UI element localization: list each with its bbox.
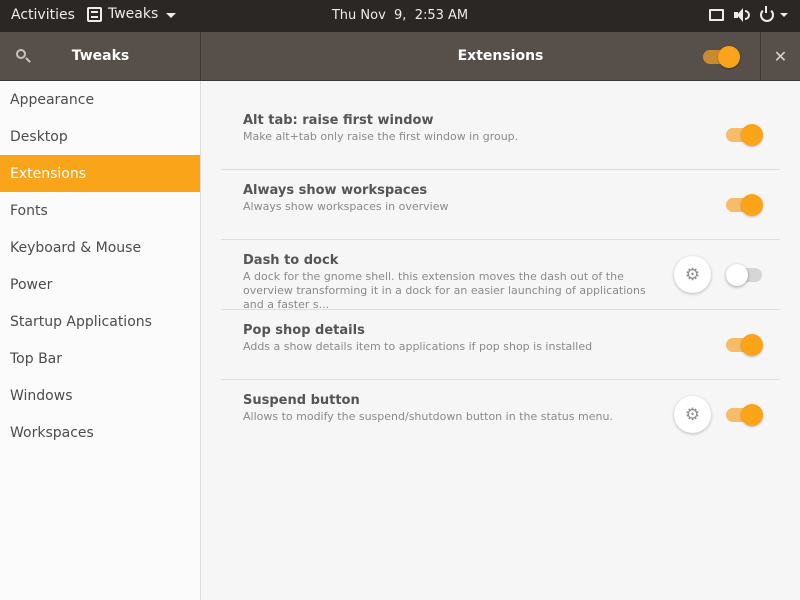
gear-icon: ⚙	[684, 404, 701, 425]
sidebar-item-label: Keyboard & Mouse	[10, 239, 142, 256]
close-icon: ✕	[773, 47, 788, 66]
sidebar-item-desktop[interactable]: Desktop	[0, 118, 200, 155]
switch-knob	[741, 404, 763, 426]
switch-knob	[741, 194, 763, 216]
sidebar-item-keyboard-mouse[interactable]: Keyboard & Mouse	[0, 229, 200, 266]
sidebar-item-label: Desktop	[10, 128, 68, 145]
extension-toggle[interactable]	[726, 404, 764, 426]
sidebar: Appearance Desktop Extensions Fonts Keyboard…	[0, 81, 201, 600]
system-tray[interactable]	[709, 6, 788, 22]
extension-description: Adds a show details item to applications…	[243, 340, 593, 353]
extension-description: Make alt+tab only raise the first window…	[243, 130, 519, 143]
extensions-panel: Alt tab: raise first window Make alt+tab …	[201, 81, 800, 600]
gear-icon: ⚙	[684, 264, 701, 285]
sidebar-header: Tweaks	[0, 32, 201, 81]
activities-button[interactable]: Activities	[11, 7, 75, 23]
chevron-down-icon	[166, 12, 177, 18]
sidebar-item-workspaces[interactable]: Workspaces	[0, 414, 200, 451]
extension-row: Dash to dock A dock for the gnome shell. …	[221, 240, 780, 311]
extension-description: Allows to modify the suspend/shutdown bu…	[243, 410, 613, 423]
sidebar-item-fonts[interactable]: Fonts	[0, 192, 200, 229]
extension-name: Always show workspaces	[243, 183, 428, 198]
switch-knob	[741, 334, 763, 356]
sidebar-item-label: Fonts	[10, 202, 48, 219]
sidebar-item-extensions[interactable]: Extensions	[0, 155, 200, 192]
extension-row: Pop shop details Adds a show details item…	[221, 310, 780, 380]
sidebar-item-top-bar[interactable]: Top Bar	[0, 340, 200, 377]
close-button[interactable]: ✕	[760, 32, 800, 81]
extensions-list: Alt tab: raise first window Make alt+tab …	[221, 100, 780, 450]
extension-toggle[interactable]	[726, 264, 764, 286]
sidebar-item-label: Extensions	[10, 165, 87, 182]
extension-name: Dash to dock	[243, 253, 339, 268]
sidebar-header-title: Tweaks	[71, 48, 130, 64]
tweaks-app-icon	[87, 6, 102, 22]
sidebar-item-label: Appearance	[10, 91, 95, 108]
extension-row: Alt tab: raise first window Make alt+tab …	[221, 100, 780, 170]
extension-name: Suspend button	[243, 393, 360, 408]
chevron-down-icon	[780, 13, 788, 17]
extension-settings-button[interactable]: ⚙	[674, 256, 711, 293]
switch-knob	[726, 264, 748, 286]
extension-description: Always show workspaces in overview	[243, 200, 449, 213]
app-menu-label: Tweaks	[108, 6, 159, 22]
sidebar-item-label: Top Bar	[10, 350, 63, 367]
sidebar-item-label: Startup Applications	[10, 313, 152, 330]
header-bar: Tweaks Extensions ✕	[0, 32, 800, 81]
extension-toggle[interactable]	[726, 194, 764, 216]
switch-knob	[718, 46, 740, 68]
extension-row: Always show workspaces Always show worksp…	[221, 170, 780, 240]
system-top-bar: Activities Tweaks Thu Nov 9, 2:53 AM	[0, 0, 800, 32]
sidebar-item-startup-applications[interactable]: Startup Applications	[0, 303, 200, 340]
extension-toggle[interactable]	[726, 334, 764, 356]
sidebar-item-power[interactable]: Power	[0, 266, 200, 303]
extension-name: Alt tab: raise first window	[243, 113, 434, 128]
volume-icon	[734, 8, 750, 22]
extension-toggle[interactable]	[726, 124, 764, 146]
app-menu[interactable]: Tweaks	[87, 6, 177, 22]
extension-name: Pop shop details	[243, 323, 365, 338]
clock[interactable]: Thu Nov 9, 2:53 AM	[332, 8, 468, 23]
extension-description: A dock for the gnome shell. this extensi…	[243, 270, 646, 311]
sidebar-item-label: Power	[10, 276, 53, 293]
extensions-master-switch[interactable]	[703, 46, 741, 68]
extension-settings-button[interactable]: ⚙	[674, 396, 711, 433]
sidebar-item-appearance[interactable]: Appearance	[0, 81, 200, 118]
sidebar-item-windows[interactable]: Windows	[0, 377, 200, 414]
extension-row: Suspend button Allows to modify the suspe…	[221, 380, 780, 450]
power-icon	[760, 6, 774, 22]
switch-knob	[741, 124, 763, 146]
sidebar-item-label: Windows	[10, 387, 73, 404]
sidebar-item-label: Workspaces	[10, 424, 94, 441]
display-icon	[709, 9, 724, 21]
